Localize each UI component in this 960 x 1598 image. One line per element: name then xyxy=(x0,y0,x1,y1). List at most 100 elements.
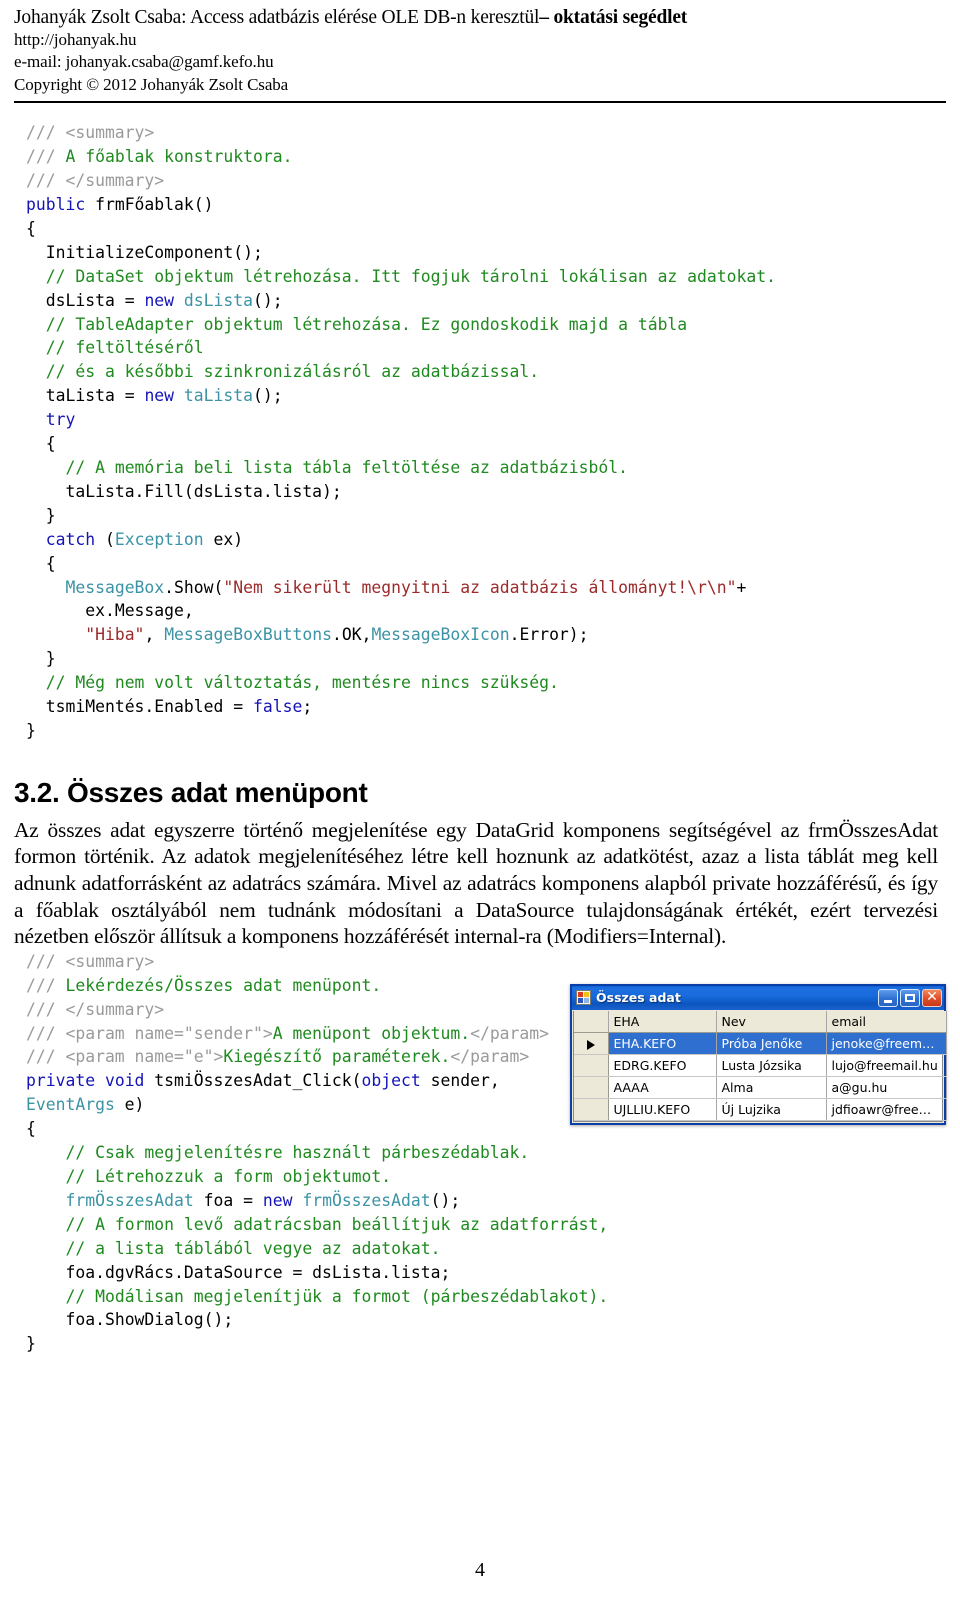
maximize-button[interactable] xyxy=(900,988,920,1007)
code-token: dsLista = xyxy=(26,290,145,310)
grid-cell[interactable]: jenoke@freemail.... xyxy=(826,1032,947,1056)
grid-cell[interactable]: Próba Jenőke xyxy=(716,1032,827,1056)
grid-cell[interactable]: Alma xyxy=(716,1076,827,1100)
table-row[interactable]: EDRG.KEFO Lusta Józsika lujo@freemail.hu xyxy=(574,1054,947,1078)
code-token: foa.dgvRács.DataSource = dsLista.lista; xyxy=(26,1262,451,1282)
code-token: Exception xyxy=(114,529,204,549)
code-token: try xyxy=(45,410,76,430)
code-token: InitializeComponent(); xyxy=(26,242,263,262)
code-token: // A formon levő adatrácsban beállítjuk … xyxy=(26,1214,609,1234)
code-line: { xyxy=(26,552,960,576)
code-line: // TableAdapter objektum létrehozása. Ez… xyxy=(26,313,960,337)
code-token: sender, xyxy=(420,1071,510,1091)
grid-cell[interactable]: EHA.KEFO xyxy=(608,1032,717,1056)
row-selector-cell[interactable] xyxy=(574,1076,609,1100)
code-line: public frmFőablak() xyxy=(26,193,960,217)
current-row-arrow-icon xyxy=(586,1039,595,1050)
code-line: InitializeComponent(); xyxy=(26,241,960,265)
code-token: frmFőablak() xyxy=(85,195,214,215)
close-icon: ✕ xyxy=(926,989,938,1006)
code-token: .Show( xyxy=(164,577,224,597)
grid-column-header[interactable]: Nev xyxy=(716,1010,827,1034)
grid-cell[interactable]: Lusta Józsika xyxy=(716,1054,827,1078)
code-token: private xyxy=(26,1071,96,1091)
code-token: { xyxy=(26,1119,36,1139)
window-controls: ✕ xyxy=(878,988,942,1007)
code-token: } xyxy=(26,649,56,669)
code-token: taLista.Fill(dsLista.lista); xyxy=(26,481,342,501)
code-token: } xyxy=(26,1334,36,1354)
code-token: .OK, xyxy=(331,625,372,645)
code-token: (); xyxy=(253,386,283,406)
grid-column-header[interactable]: email xyxy=(826,1010,947,1034)
grid-cell[interactable]: jdfioawr@freemail... xyxy=(826,1098,947,1122)
code-token: /// xyxy=(26,975,66,995)
table-row[interactable]: UJLLIU.KEFO Új Lujzika jdfioawr@freemail..… xyxy=(574,1098,947,1122)
grid-cell[interactable]: AAAA xyxy=(608,1076,717,1100)
code-token: /// <summary> xyxy=(26,123,155,143)
minimize-button[interactable] xyxy=(878,988,898,1007)
dialog-screenshot-figure: Összes adat ✕ EHA Nev email EHA.KEFO Próba … xyxy=(570,983,947,1126)
grid-corner-header[interactable] xyxy=(574,1010,609,1034)
close-button[interactable]: ✕ xyxy=(922,988,942,1007)
code-line: { xyxy=(26,217,960,241)
code-line: /// A főablak konstruktora. xyxy=(26,145,960,169)
header-email: e-mail: johanyak.csaba@gamf.kefo.hu xyxy=(14,52,274,72)
grid-cell[interactable]: Új Lujzika xyxy=(716,1098,827,1122)
data-grid-view[interactable]: EHA Nev email EHA.KEFO Próba Jenőke jenoke@f… xyxy=(573,1010,947,1123)
grid-cell[interactable]: EDRG.KEFO xyxy=(608,1054,717,1078)
code-token: Lekérdezés/Összes adat menüpont. xyxy=(65,975,382,995)
code-token: ex) xyxy=(203,529,244,549)
code-line: dsLista = new dsLista(); xyxy=(26,289,960,313)
code-block-constructor: /// <summary>/// A főablak konstruktora.… xyxy=(0,121,960,743)
code-token: .Error); xyxy=(509,625,589,645)
grid-cell[interactable]: a@gu.hu xyxy=(826,1076,947,1100)
grid-cell[interactable]: lujo@freemail.hu xyxy=(826,1054,947,1078)
code-token: EventArgs xyxy=(26,1095,115,1115)
code-token: Kiegészítő paraméterek. xyxy=(223,1047,451,1067)
osszes-adat-window: Összes adat ✕ EHA Nev email EHA.KEFO Próba … xyxy=(570,983,947,1126)
code-token: catch xyxy=(45,529,96,549)
code-line: MessageBox.Show("Nem sikerült megnyitni … xyxy=(26,576,960,600)
row-selector-cell[interactable] xyxy=(574,1054,609,1078)
code-line: /// </summary> xyxy=(26,169,960,193)
code-token: tsmiMentés.Enabled = xyxy=(26,697,253,717)
table-row[interactable]: EHA.KEFO Próba Jenőke jenoke@freemail.... xyxy=(574,1032,947,1056)
row-selector-cell[interactable] xyxy=(574,1032,609,1056)
code-token: + xyxy=(736,577,747,597)
code-line: } xyxy=(26,1332,960,1356)
code-token: new xyxy=(144,386,175,406)
code-token: } xyxy=(26,720,36,740)
code-token: MessageBoxButtons xyxy=(164,625,332,645)
code-token: } xyxy=(26,505,56,525)
grid-cell[interactable]: UJLLIU.KEFO xyxy=(608,1098,717,1122)
code-line: foa.dgvRács.DataSource = dsLista.lista; xyxy=(26,1261,960,1285)
code-line: foa.ShowDialog(); xyxy=(26,1308,960,1332)
header-copyright: Copyright © 2012 Johanyák Zsolt Csaba xyxy=(14,74,289,94)
code-token: /// xyxy=(26,147,66,167)
code-token: // TableAdapter objektum létrehozása. Ez… xyxy=(26,314,688,334)
code-token: MessageBox xyxy=(65,577,165,597)
table-row[interactable]: AAAA Alma a@gu.hu xyxy=(574,1076,947,1100)
winforms-icon xyxy=(576,990,591,1006)
code-token: taLista xyxy=(183,386,253,406)
code-line: // Még nem volt változtatás, mentésre ni… xyxy=(26,671,960,695)
code-line: } xyxy=(26,647,960,671)
grid-column-header[interactable]: EHA xyxy=(608,1010,717,1034)
window-title: Összes adat xyxy=(596,990,681,1006)
code-token: // és a későbbi szinkronizálásról az ada… xyxy=(26,362,540,382)
row-selector-cell[interactable] xyxy=(574,1098,609,1122)
code-token: // feltöltéséről xyxy=(26,338,204,358)
code-line: // A formon levő adatrácsban beállítjuk … xyxy=(26,1213,960,1237)
section-heading: 3.2. Összes adat menüpont xyxy=(14,776,368,808)
code-token: new xyxy=(262,1190,293,1210)
code-token: /// <param name="e"> xyxy=(26,1047,224,1067)
code-token: frmÖsszesAdat xyxy=(65,1190,194,1210)
header-title-bold: – oktatási segédlet xyxy=(539,7,688,28)
code-token: /// <summary> xyxy=(26,951,155,971)
